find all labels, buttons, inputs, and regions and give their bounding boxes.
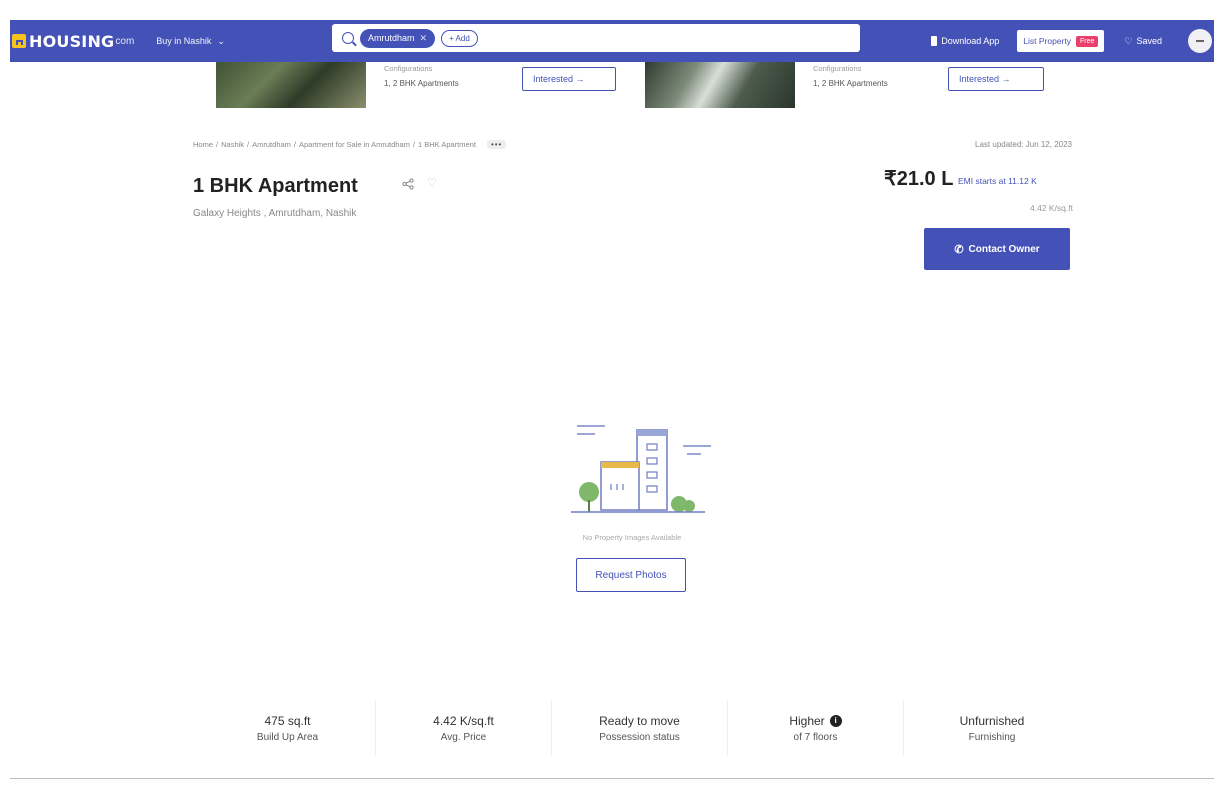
search-chip-label: Amrutdham: [368, 33, 415, 43]
breadcrumb-separator: /: [216, 140, 219, 149]
top-navbar: HOUSING com Buy in Nashik ⌄ Amrutdham ✕ …: [10, 20, 1214, 62]
listing-title: 1 BHK Apartment: [193, 175, 358, 197]
phone-icon: [931, 36, 938, 46]
heart-icon[interactable]: ♡: [427, 176, 437, 189]
building-illustration-icon: [571, 425, 711, 513]
fact-avg-price: 4.42 K/sq.ft Avg. Price: [376, 700, 552, 756]
configurations-value: 1, 2 BHK Apartments: [813, 79, 888, 88]
configurations-label: Configurations: [813, 64, 862, 73]
list-property-label: List Property: [1023, 36, 1071, 46]
add-locality-button[interactable]: + Add: [441, 29, 478, 47]
similar-project-card[interactable]: Configurations 1, 2 BHK Apartments: [645, 62, 888, 108]
download-app-link[interactable]: Download App: [931, 36, 999, 46]
fact-possession-status: Ready to move Possession status: [552, 700, 728, 756]
breadcrumb-item-current: 1 BHK Apartment: [417, 140, 476, 149]
fact-value: Ready to move: [599, 713, 680, 728]
search-chip-locality[interactable]: Amrutdham ✕: [360, 28, 436, 48]
divider: [10, 778, 1214, 779]
fact-label: of 7 floors: [793, 731, 838, 743]
configurations-value: 1, 2 BHK Apartments: [384, 79, 459, 88]
fact-label: Furnishing: [968, 731, 1016, 743]
close-icon[interactable]: ✕: [420, 33, 428, 44]
fact-value: 4.42 K/sq.ft: [433, 713, 494, 728]
fact-value: Higher: [789, 713, 825, 728]
saved-label: Saved: [1136, 36, 1162, 46]
last-updated-text: Last updated: Jun 12, 2023: [975, 140, 1072, 149]
city-selector[interactable]: Buy in Nashik ⌄: [156, 36, 225, 47]
project-thumbnail: [216, 62, 366, 108]
chevron-down-icon: ⌄: [217, 35, 225, 46]
fact-label: Build Up Area: [256, 731, 319, 743]
breadcrumb: Home / Nashik / Amrutdham / Apartment fo…: [193, 140, 507, 149]
contact-owner-label: Contact Owner: [968, 243, 1040, 255]
breadcrumb-separator: /: [293, 140, 296, 149]
breadcrumb-item-city[interactable]: Nashik: [221, 140, 244, 149]
fact-label: Possession status: [599, 731, 680, 743]
logo-suffix: com: [115, 35, 135, 47]
interested-button[interactable]: Interested →: [522, 67, 616, 91]
configurations-label: Configurations: [384, 64, 433, 73]
phone-icon: ✆: [954, 243, 964, 256]
emi-link[interactable]: EMI starts at 11.12 K: [958, 176, 1037, 186]
share-icon[interactable]: [402, 178, 414, 190]
search-icon: [342, 32, 354, 44]
similar-projects-strip: Configurations 1, 2 BHK Apartments Inter…: [0, 62, 1214, 110]
no-images-text: No Property Images Available: [582, 533, 682, 542]
bookmark-icon: ♡: [1124, 35, 1133, 46]
breadcrumb-item-locality[interactable]: Amrutdham: [252, 140, 291, 149]
contact-owner-button[interactable]: ✆ Contact Owner: [924, 228, 1070, 270]
search-bar[interactable]: Amrutdham ✕ + Add: [332, 24, 860, 52]
download-app-label: Download App: [941, 36, 1000, 46]
info-icon[interactable]: i: [829, 714, 842, 727]
free-badge: Free: [1075, 35, 1099, 47]
price-per-sqft: 4.42 K/sq.ft: [1030, 203, 1073, 213]
fact-floor: Higher i of 7 floors: [728, 700, 904, 756]
key-facts-row: 475 sq.ft Build Up Area 4.42 K/sq.ft Avg…: [200, 700, 1080, 756]
fact-label: Avg. Price: [440, 731, 487, 743]
city-selector-label: Buy in Nashik: [156, 36, 212, 46]
fact-value: 475 sq.ft: [264, 713, 311, 728]
fact-build-up-area: 475 sq.ft Build Up Area: [200, 700, 376, 756]
saved-link[interactable]: ♡ Saved: [1124, 36, 1162, 47]
breadcrumb-more-button[interactable]: •••: [486, 140, 507, 149]
interested-button[interactable]: Interested →: [948, 67, 1044, 91]
breadcrumb-separator: /: [247, 140, 250, 149]
list-property-button[interactable]: List Property Free: [1017, 30, 1105, 52]
profile-menu-icon[interactable]: [1188, 29, 1212, 53]
logo-text: HOUSING: [29, 31, 115, 51]
fact-furnishing: Unfurnished Furnishing: [904, 700, 1080, 756]
breadcrumb-item-home[interactable]: Home: [193, 140, 213, 149]
listing-price: ₹21.0 L: [884, 168, 954, 190]
similar-project-card[interactable]: Configurations 1, 2 BHK Apartments: [216, 62, 459, 108]
breadcrumb-item-category[interactable]: Apartment for Sale in Amrutdham: [299, 140, 410, 149]
project-thumbnail: [645, 62, 795, 108]
request-photos-button[interactable]: Request Photos: [576, 558, 686, 592]
listing-location: Galaxy Heights , Amrutdham, Nashik: [193, 208, 357, 219]
logo-house-icon: [12, 34, 26, 48]
housing-logo[interactable]: HOUSING com: [12, 32, 134, 51]
fact-value: Unfurnished: [959, 713, 1025, 728]
breadcrumb-separator: /: [412, 140, 415, 149]
